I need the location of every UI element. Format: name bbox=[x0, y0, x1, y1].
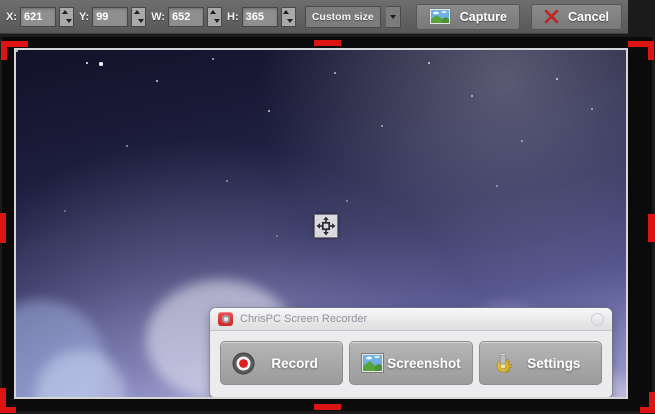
resize-handle-top-left[interactable] bbox=[1, 41, 28, 60]
spin-up-icon[interactable] bbox=[62, 10, 68, 14]
x-input[interactable] bbox=[20, 7, 56, 27]
resize-handle-left[interactable] bbox=[0, 213, 6, 243]
h-field-group: H: bbox=[227, 7, 296, 27]
capture-button-label: Capture bbox=[460, 10, 507, 24]
capture-viewport: ChrisPC Screen Recorder Record bbox=[14, 48, 628, 399]
record-icon bbox=[232, 352, 255, 375]
settings-button[interactable]: Settings bbox=[479, 341, 602, 385]
capture-toolbar: X: Y: W: H: Custom size bbox=[0, 0, 628, 34]
cancel-button[interactable]: Cancel bbox=[531, 4, 622, 30]
window-title: ChrisPC Screen Recorder bbox=[240, 313, 584, 325]
spin-down-icon[interactable] bbox=[138, 19, 144, 23]
h-stepper[interactable] bbox=[281, 7, 296, 27]
move-selection-handle[interactable] bbox=[314, 214, 338, 238]
x-field-group: X: bbox=[6, 7, 74, 27]
spin-up-icon[interactable] bbox=[134, 10, 140, 14]
capture-region-frame: ChrisPC Screen Recorder Record bbox=[2, 37, 652, 411]
w-input[interactable] bbox=[168, 7, 204, 27]
spin-down-icon[interactable] bbox=[214, 19, 220, 23]
resize-handle-bottom-left[interactable] bbox=[0, 388, 16, 413]
move-arrows-icon bbox=[316, 216, 336, 236]
recorder-body: Record Screenshot bbox=[210, 331, 612, 395]
record-button-label: Record bbox=[255, 356, 334, 371]
spin-down-icon[interactable] bbox=[66, 19, 72, 23]
screenshot-icon bbox=[361, 353, 384, 373]
size-preset-dropdown[interactable]: Custom size bbox=[305, 6, 381, 28]
recorder-window: ChrisPC Screen Recorder Record bbox=[210, 308, 612, 397]
y-stepper[interactable] bbox=[131, 7, 146, 27]
settings-button-label: Settings bbox=[515, 356, 593, 371]
y-field-group: Y: bbox=[79, 7, 146, 27]
y-input[interactable] bbox=[92, 7, 128, 27]
resize-handle-top-right[interactable] bbox=[628, 41, 654, 60]
picture-icon bbox=[429, 8, 451, 25]
chevron-down-icon bbox=[390, 15, 396, 19]
settings-icon bbox=[491, 351, 515, 375]
close-x-icon bbox=[544, 9, 559, 24]
cancel-button-label: Cancel bbox=[568, 10, 609, 24]
x-stepper[interactable] bbox=[59, 7, 74, 27]
screenshot-button-label: Screenshot bbox=[384, 356, 463, 371]
spin-up-icon[interactable] bbox=[283, 10, 289, 14]
x-label: X: bbox=[6, 11, 17, 23]
record-button[interactable]: Record bbox=[220, 341, 343, 385]
screenshot-button[interactable]: Screenshot bbox=[349, 341, 472, 385]
resize-handle-top[interactable] bbox=[314, 40, 341, 46]
w-field-group: W: bbox=[151, 7, 222, 27]
w-label: W: bbox=[151, 11, 165, 23]
spin-up-icon[interactable] bbox=[210, 10, 216, 14]
size-preset-arrow[interactable] bbox=[386, 6, 401, 28]
capture-button[interactable]: Capture bbox=[416, 4, 520, 30]
recorder-titlebar[interactable]: ChrisPC Screen Recorder bbox=[210, 308, 612, 331]
spin-down-icon[interactable] bbox=[287, 19, 293, 23]
y-label: Y: bbox=[79, 11, 89, 23]
h-label: H: bbox=[227, 11, 239, 23]
resize-handle-bottom[interactable] bbox=[314, 404, 341, 410]
resize-handle-right[interactable] bbox=[648, 214, 655, 242]
w-stepper[interactable] bbox=[207, 7, 222, 27]
resize-handle-bottom-right[interactable] bbox=[640, 392, 655, 413]
window-control-button[interactable] bbox=[591, 313, 604, 326]
app-camera-icon bbox=[218, 312, 233, 326]
h-input[interactable] bbox=[242, 7, 278, 27]
camera-lens bbox=[222, 315, 230, 323]
